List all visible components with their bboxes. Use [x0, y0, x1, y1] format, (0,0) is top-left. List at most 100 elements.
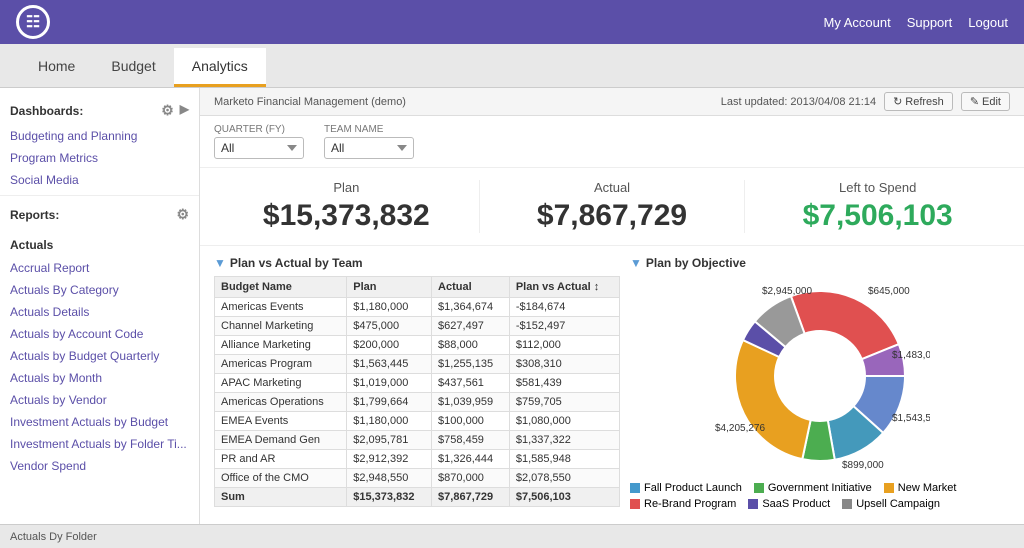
legend-color-box	[630, 499, 640, 509]
kpi-plan-value: $15,373,832	[214, 199, 479, 233]
legend-item: Re-Brand Program	[630, 498, 736, 510]
cell-actual: $1,364,674	[432, 298, 510, 317]
nav-bar: Home Budget Analytics	[0, 44, 1024, 88]
logout-link[interactable]: Logout	[968, 15, 1008, 30]
sidebar-link-actuals-account-code[interactable]: Actuals by Account Code	[0, 323, 199, 345]
edit-icon: ✎	[970, 95, 979, 108]
team-filter-select[interactable]: All	[324, 137, 414, 159]
plan-vs-actual-title: ▼ Plan vs Actual by Team	[214, 256, 620, 270]
kpi-plan: Plan $15,373,832	[214, 180, 480, 233]
col-actual: Actual	[432, 277, 510, 298]
cell-pvsa: $581,439	[509, 374, 619, 393]
svg-text:$2,945,000: $2,945,000	[762, 286, 812, 297]
cell-actual: $437,561	[432, 374, 510, 393]
cell-plan: $1,180,000	[347, 298, 432, 317]
kpi-actual-label: Actual	[480, 180, 745, 195]
kpi-actual: Actual $7,867,729	[480, 180, 746, 233]
reports-gear-icon[interactable]: ⚙	[176, 206, 189, 223]
sidebar-link-program-metrics[interactable]: Program Metrics	[0, 147, 199, 169]
cell-actual: $758,459	[432, 431, 510, 450]
nav-budget[interactable]: Budget	[93, 48, 173, 87]
cell-pvsa: -$184,674	[509, 298, 619, 317]
cell-name: EMEA Events	[215, 412, 347, 431]
cell-plan: $200,000	[347, 336, 432, 355]
cell-pvsa: $2,078,550	[509, 469, 619, 488]
plan-vs-actual-section: ▼ Plan vs Actual by Team Budget Name Pla…	[214, 256, 620, 510]
legend-item: New Market	[884, 482, 957, 494]
sidebar-link-vendor-spend[interactable]: Vendor Spend	[0, 455, 199, 477]
nav-analytics[interactable]: Analytics	[174, 48, 266, 87]
cell-pvsa: $759,705	[509, 393, 619, 412]
sidebar: Dashboards: ⚙ ▶ Budgeting and Planning P…	[0, 88, 200, 548]
cell-pvsa: $1,337,322	[509, 431, 619, 450]
main-content: Dashboards: ⚙ ▶ Budgeting and Planning P…	[0, 88, 1024, 548]
sidebar-link-actuals-details[interactable]: Actuals Details	[0, 301, 199, 323]
legend-color-box	[630, 483, 640, 493]
nav-home[interactable]: Home	[20, 48, 93, 87]
sidebar-link-actuals-category[interactable]: Actuals By Category	[0, 279, 199, 301]
edit-button[interactable]: ✎ Edit	[961, 92, 1010, 111]
sidebar-link-actuals-month[interactable]: Actuals by Month	[0, 367, 199, 389]
cell-actual: $1,039,959	[432, 393, 510, 412]
kpi-plan-label: Plan	[214, 180, 479, 195]
quarter-filter-group: QUARTER (FY) All	[214, 124, 304, 159]
col-plan: Plan	[347, 277, 432, 298]
team-filter-label: TEAM NAME	[324, 124, 414, 135]
refresh-button[interactable]: ↻ Refresh	[884, 92, 953, 111]
charts-area: ▼ Plan vs Actual by Team Budget Name Pla…	[200, 246, 1024, 520]
plan-by-objective-title: ▼ Plan by Objective	[630, 256, 1010, 270]
cell-actual: $88,000	[432, 336, 510, 355]
cell-name: Americas Program	[215, 355, 347, 374]
sidebar-divider	[0, 195, 199, 196]
col-pvsa[interactable]: Plan vs Actual ↕	[509, 277, 619, 298]
sidebar-link-investment-folder[interactable]: Investment Actuals by Folder Ti...	[0, 433, 199, 455]
table-row: Alliance Marketing $200,000 $88,000 $112…	[215, 336, 620, 355]
table-row: EMEA Demand Gen $2,095,781 $758,459 $1,3…	[215, 431, 620, 450]
support-link[interactable]: Support	[907, 15, 953, 30]
cell-plan: $2,948,550	[347, 469, 432, 488]
kpi-left-value: $7,506,103	[745, 199, 1010, 233]
sidebar-link-social-media[interactable]: Social Media	[0, 169, 199, 191]
donut-chart-svg: $2,945,000$645,000$1,483,000$1,543,500$8…	[710, 276, 930, 476]
cell-actual: $627,497	[432, 317, 510, 336]
legend-label: SaaS Product	[762, 498, 830, 510]
logo: ☷	[16, 5, 50, 39]
svg-text:$1,483,000: $1,483,000	[892, 350, 930, 361]
main-panel: Marketo Financial Management (demo) Last…	[200, 88, 1024, 548]
quarter-filter-label: QUARTER (FY)	[214, 124, 304, 135]
sidebar-link-accrual[interactable]: Accrual Report	[0, 257, 199, 279]
cell-name: Office of the CMO	[215, 469, 347, 488]
my-account-link[interactable]: My Account	[823, 15, 890, 30]
cell-plan: $1,563,445	[347, 355, 432, 374]
cell-actual: $1,255,135	[432, 355, 510, 374]
cell-name: Alliance Marketing	[215, 336, 347, 355]
sidebar-link-actuals-budget-quarterly[interactable]: Actuals by Budget Quarterly	[0, 345, 199, 367]
svg-text:$4,205,276: $4,205,276	[715, 423, 765, 434]
sidebar-link-investment-budget[interactable]: Investment Actuals by Budget	[0, 411, 199, 433]
cell-plan: $1,180,000	[347, 412, 432, 431]
sum-plan: $15,373,832	[347, 488, 432, 507]
breadcrumb-bar: Marketo Financial Management (demo) Last…	[200, 88, 1024, 116]
kpi-left-to-spend: Left to Spend $7,506,103	[745, 180, 1010, 233]
legend-item: Fall Product Launch	[630, 482, 742, 494]
dashboards-gear-icon[interactable]: ⚙	[161, 102, 174, 119]
reports-header: Reports: ⚙	[0, 200, 199, 229]
cell-actual: $870,000	[432, 469, 510, 488]
cell-name: Channel Marketing	[215, 317, 347, 336]
table-row: Americas Events $1,180,000 $1,364,674 -$…	[215, 298, 620, 317]
cell-plan: $1,799,664	[347, 393, 432, 412]
table-row: Americas Program $1,563,445 $1,255,135 $…	[215, 355, 620, 374]
table-sum-row: Sum $15,373,832 $7,867,729 $7,506,103	[215, 488, 620, 507]
cell-plan: $2,095,781	[347, 431, 432, 450]
sidebar-link-budgeting[interactable]: Budgeting and Planning	[0, 125, 199, 147]
reports-category-actuals: Actuals	[0, 233, 199, 257]
table-row: Americas Operations $1,799,664 $1,039,95…	[215, 393, 620, 412]
dashboards-collapse-icon[interactable]: ▶	[180, 102, 189, 119]
cell-pvsa: $308,310	[509, 355, 619, 374]
col-budget-name: Budget Name	[215, 277, 347, 298]
cell-plan: $475,000	[347, 317, 432, 336]
legend-item: Government Initiative	[754, 482, 872, 494]
bottom-bar: Actuals Dy Folder	[0, 524, 1024, 548]
quarter-filter-select[interactable]: All	[214, 137, 304, 159]
sidebar-link-actuals-vendor[interactable]: Actuals by Vendor	[0, 389, 199, 411]
